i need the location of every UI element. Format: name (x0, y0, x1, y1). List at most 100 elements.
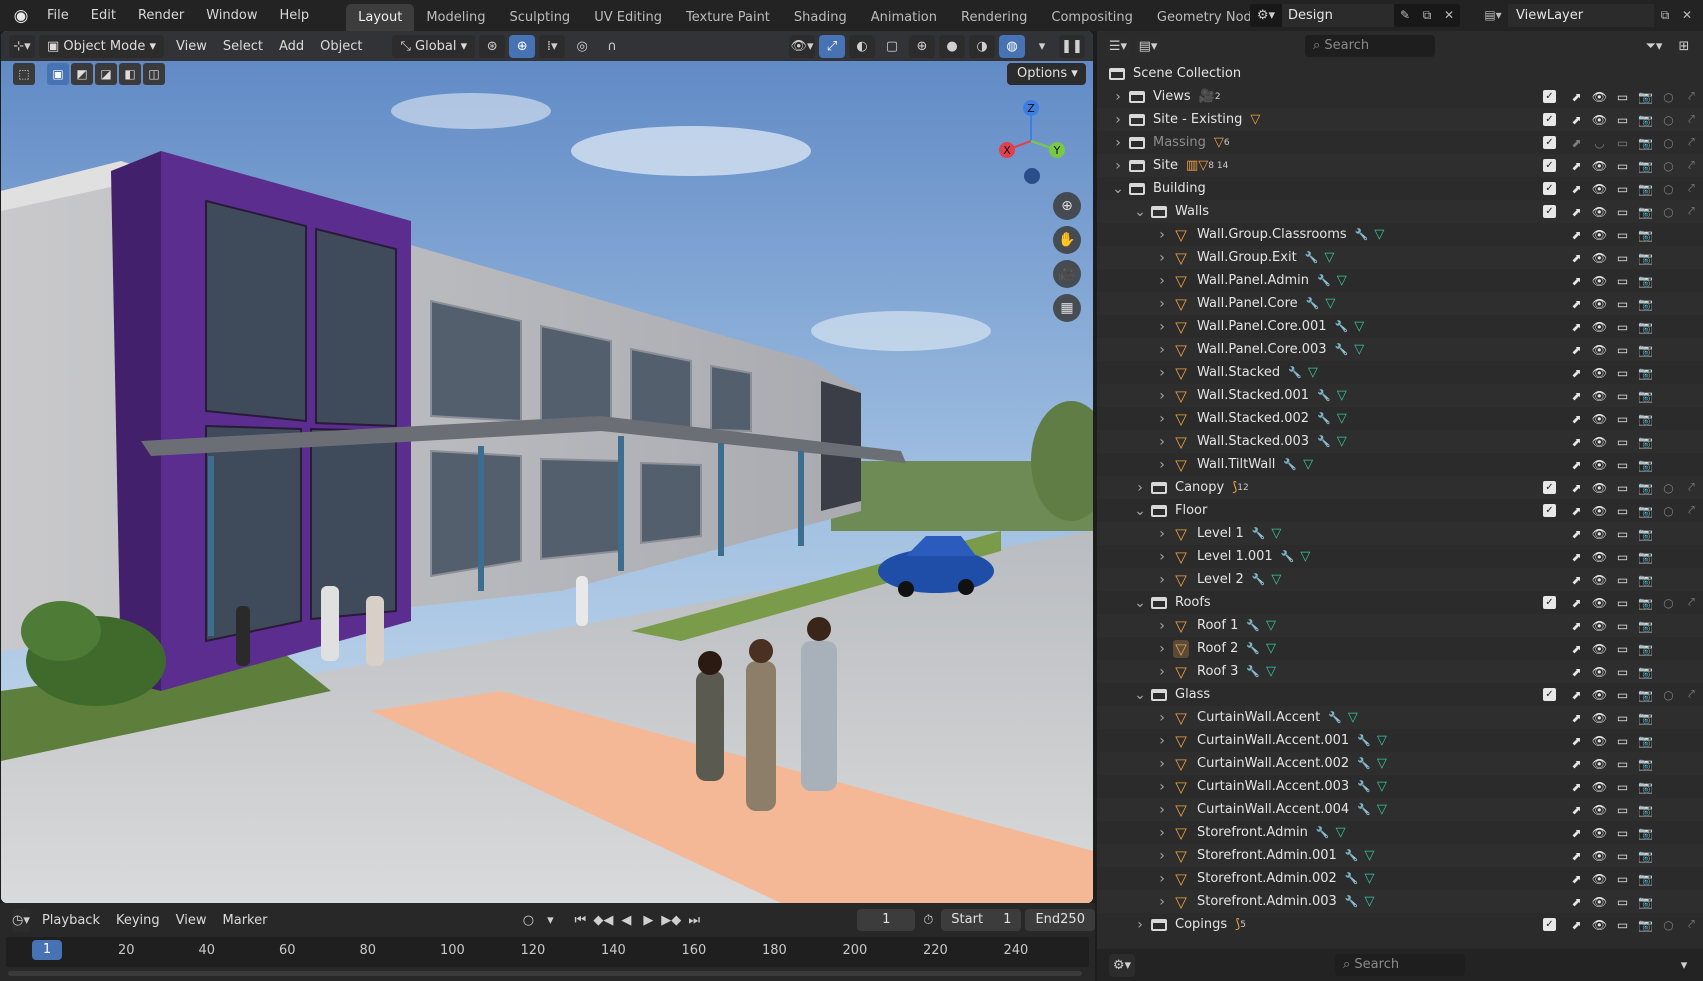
selectable-arrow-icon[interactable]: ⬈ (1565, 366, 1588, 380)
holdout-icon[interactable]: ○ (1657, 90, 1680, 104)
eye-visibility-icon[interactable]: 👁 (1588, 665, 1611, 679)
play-reverse-icon[interactable]: ◀ (617, 909, 635, 932)
viewport-monitor-icon[interactable]: ▭ (1611, 90, 1634, 104)
viewport-menu-object[interactable]: Object (312, 35, 370, 58)
scene-selector[interactable]: ⚙▾ Design ✎ ⧉ ✕ (1250, 4, 1460, 27)
selectable-arrow-icon[interactable]: ⬈ (1565, 251, 1588, 265)
selectable-arrow-icon[interactable]: ⬈ (1565, 665, 1588, 679)
eye-visibility-icon[interactable]: 👁 (1588, 366, 1611, 380)
options-button[interactable]: Options ▾ (1007, 63, 1086, 85)
blender-logo-icon[interactable]: ◉ (6, 0, 36, 31)
chevron-right-icon[interactable]: › (1155, 710, 1169, 726)
render-camera-icon[interactable]: 📷 (1634, 780, 1657, 794)
render-camera-icon[interactable]: 📷 (1634, 113, 1657, 127)
object-row[interactable]: › ▽ Wall.Stacked.002 🔧 ▽ ⬈ 👁 ▭ 📷 (1097, 407, 1703, 430)
collection-row[interactable]: › Site ▥▽ 8 14 ✓ ⬈ 👁 ▭ 📷 ○ ⤤ (1097, 154, 1703, 177)
render-camera-icon[interactable]: 📷 (1634, 182, 1657, 196)
selectable-arrow-icon[interactable]: ⬈ (1565, 573, 1588, 587)
modifier-wrench-icon[interactable]: 🔧 (1288, 366, 1302, 379)
mesh-data-icon[interactable]: ▽ (1337, 273, 1347, 288)
selectable-arrow-icon[interactable]: ⬈ (1565, 320, 1588, 334)
pause-render-icon[interactable]: ❚❚ (1059, 34, 1085, 58)
modifier-wrench-icon[interactable]: 🔧 (1317, 412, 1331, 425)
chevron-right-icon[interactable]: › (1155, 227, 1169, 243)
chevron-right-icon[interactable]: › (1155, 802, 1169, 818)
viewport-menu-select[interactable]: Select (215, 35, 271, 58)
material-shading-icon[interactable]: ◑ (969, 34, 995, 58)
holdout-icon[interactable]: ○ (1657, 918, 1680, 932)
chevron-right-icon[interactable]: › (1155, 848, 1169, 864)
visibility-icon[interactable]: 👁▾ (789, 34, 815, 58)
object-row[interactable]: › ▽ CurtainWall.Accent.004 🔧 ▽ ⬈ 👁 ▭ 📷 (1097, 798, 1703, 821)
snap-icon[interactable]: ⊕ (509, 34, 536, 58)
modifier-wrench-icon[interactable]: 🔧 (1246, 619, 1260, 632)
chevron-right-icon[interactable]: › (1111, 112, 1125, 128)
modifier-wrench-icon[interactable]: 🔧 (1305, 251, 1319, 264)
viewport-monitor-icon[interactable]: ▭ (1611, 872, 1634, 886)
object-row[interactable]: › ▽ CurtainWall.Accent.003 🔧 ▽ ⬈ 👁 ▭ 📷 (1097, 775, 1703, 798)
viewport-monitor-icon[interactable]: ▭ (1611, 780, 1634, 794)
eye-visibility-icon[interactable]: 👁 (1588, 803, 1611, 817)
render-camera-icon[interactable]: 📷 (1634, 757, 1657, 771)
viewport-monitor-icon[interactable]: ▭ (1611, 274, 1634, 288)
playhead[interactable]: 1 (32, 940, 62, 960)
modifier-wrench-icon[interactable]: 🔧 (1335, 343, 1349, 356)
chevron-right-icon[interactable]: › (1133, 917, 1147, 933)
new-scene-icon[interactable]: ⧉ (1416, 4, 1438, 27)
indirect-only-icon[interactable]: ⤤ (1680, 595, 1703, 610)
render-camera-icon[interactable]: 📷 (1634, 320, 1657, 334)
selectable-arrow-icon[interactable]: ⬈ (1565, 780, 1588, 794)
selectable-arrow-icon[interactable]: ⬈ (1565, 872, 1588, 886)
selectable-arrow-icon[interactable]: ⬈ (1565, 228, 1588, 242)
indirect-only-icon[interactable]: ⤤ (1680, 181, 1703, 196)
render-camera-icon[interactable]: 📷 (1634, 872, 1657, 886)
mesh-count-icon[interactable]: ▽ (1250, 112, 1260, 127)
eye-visibility-icon[interactable]: 👁 (1588, 757, 1611, 771)
timeline-editor-type-icon[interactable]: ◷▾ (12, 908, 30, 932)
mesh-data-icon[interactable]: ▽ (1337, 388, 1347, 403)
viewport-monitor-icon[interactable]: ▭ (1611, 849, 1634, 863)
eye-visibility-icon[interactable]: 👁 (1588, 734, 1611, 748)
tab-texture-paint[interactable]: Texture Paint (674, 4, 782, 31)
wireframe-shading-icon[interactable]: ⊕ (909, 34, 935, 58)
render-camera-icon[interactable]: 📷 (1634, 527, 1657, 541)
holdout-icon[interactable]: ○ (1657, 688, 1680, 702)
viewport-monitor-icon[interactable]: ▭ (1611, 113, 1634, 127)
mesh-data-icon[interactable]: ▽ (1365, 848, 1375, 863)
proportional-edit-icon[interactable]: ◎ (569, 35, 595, 58)
chevron-right-icon[interactable]: › (1155, 618, 1169, 634)
mesh-data-icon[interactable]: ▽ (1271, 572, 1281, 587)
scene-collection-row[interactable]: Scene Collection (1097, 62, 1703, 85)
timeline-menu-marker[interactable]: Marker (215, 909, 276, 932)
modifier-wrench-icon[interactable]: 🔧 (1283, 458, 1297, 471)
modifier-wrench-icon[interactable]: 🔧 (1335, 320, 1349, 333)
modifier-wrench-icon[interactable]: 🔧 (1317, 274, 1331, 287)
render-camera-icon[interactable]: 📷 (1634, 366, 1657, 380)
mesh-data-icon[interactable]: ▽ (1337, 411, 1347, 426)
snap-target-icon[interactable]: ⁞▾ (539, 34, 566, 58)
mesh-data-icon[interactable]: ▽ (1348, 710, 1358, 725)
modifier-wrench-icon[interactable]: 🔧 (1345, 872, 1359, 885)
selectable-arrow-icon[interactable]: ⬈ (1565, 389, 1588, 403)
eye-visibility-icon[interactable]: 👁 (1588, 711, 1611, 725)
chevron-right-icon[interactable]: › (1155, 296, 1169, 312)
object-row[interactable]: › ▽ Storefront.Admin.002 🔧 ▽ ⬈ 👁 ▭ 📷 (1097, 867, 1703, 890)
viewport-monitor-icon[interactable]: ▭ (1611, 435, 1634, 449)
tab-sculpting[interactable]: Sculpting (497, 4, 582, 31)
modifier-wrench-icon[interactable]: 🔧 (1355, 228, 1369, 241)
render-camera-icon[interactable]: 📷 (1634, 228, 1657, 242)
collection-row[interactable]: ⌄ Building ✓ ⬈ 👁 ▭ 📷 ○ ⤤ (1097, 177, 1703, 200)
pivot-icon[interactable]: ⊛ (479, 34, 506, 58)
render-camera-icon[interactable]: 📷 (1634, 550, 1657, 564)
mesh-data-icon[interactable]: ▽ (1337, 434, 1347, 449)
chevron-down-icon[interactable]: ⌄ (1133, 503, 1147, 519)
selectable-arrow-icon[interactable]: ⬈ (1565, 504, 1588, 518)
menu-window[interactable]: Window (195, 0, 268, 31)
exclude-checkbox[interactable]: ✓ (1543, 136, 1556, 149)
modifier-wrench-icon[interactable]: 🔧 (1357, 780, 1371, 793)
eye-visibility-icon[interactable]: 👁 (1588, 895, 1611, 909)
selectable-arrow-icon[interactable]: ⬈ (1565, 918, 1588, 932)
menu-edit[interactable]: Edit (80, 0, 127, 31)
viewport-monitor-icon[interactable]: ▭ (1611, 550, 1634, 564)
mesh-data-icon[interactable]: ▽ (1365, 894, 1375, 909)
